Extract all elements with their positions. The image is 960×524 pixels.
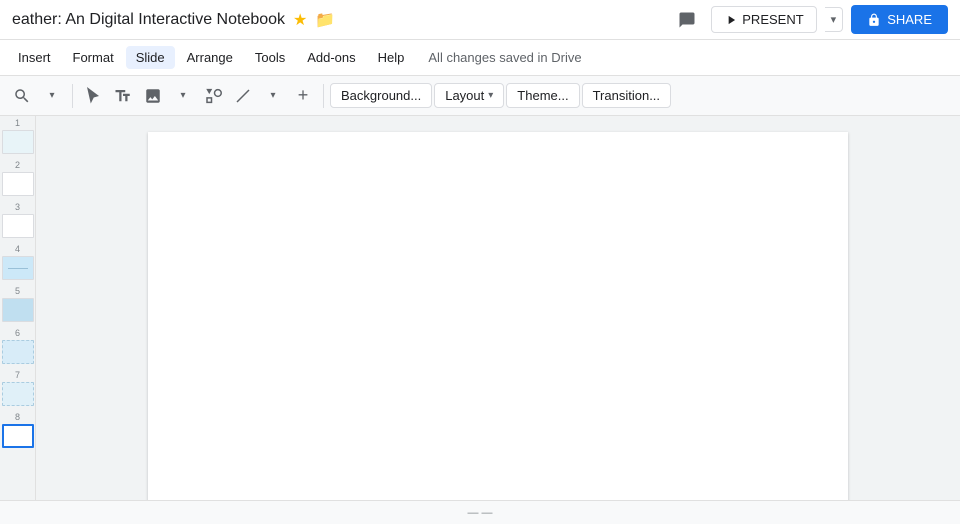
select-tool-button[interactable] (79, 82, 107, 110)
background-button[interactable]: Background... (330, 83, 432, 108)
transition-button[interactable]: Transition... (582, 83, 671, 108)
shapes-icon (204, 87, 222, 105)
zoom-dropdown-button[interactable]: ▾ (38, 82, 66, 110)
present-icon (724, 13, 738, 27)
zoom-icon (13, 87, 31, 105)
menu-slide[interactable]: Slide (126, 46, 175, 69)
toolbar-sep-1 (72, 84, 73, 108)
present-button[interactable]: PRESENT (711, 6, 816, 33)
main-area: 1 2 3 4 5 6 7 (0, 116, 960, 500)
line-icon (234, 87, 252, 105)
textbox-icon (114, 87, 132, 105)
menu-bar: Insert Format Slide Arrange Tools Add-on… (0, 40, 960, 76)
title-bar: eather: An Digital Interactive Notebook … (0, 0, 960, 40)
slide-thumbnail-6[interactable]: 6 (0, 326, 35, 368)
slide-thumbnail-3[interactable]: 3 (0, 200, 35, 242)
comment-icon (678, 11, 696, 29)
image-dropdown-button[interactable]: ▾ (169, 82, 197, 110)
shapes-button[interactable] (199, 82, 227, 110)
line-button[interactable] (229, 82, 257, 110)
slide-canvas[interactable] (148, 132, 848, 500)
comment-button[interactable] (671, 4, 703, 36)
slide-panel: 1 2 3 4 5 6 7 (0, 116, 36, 500)
menu-help[interactable]: Help (368, 46, 415, 69)
toolbar: ▾ ▾ ▾ + Background... (0, 76, 960, 116)
canvas-area[interactable] (36, 116, 960, 500)
slide-thumbnail-4[interactable]: 4 (0, 242, 35, 284)
image-icon (144, 87, 162, 105)
share-button[interactable]: SHARE (851, 5, 948, 34)
slide-thumbnail-7[interactable]: 7 (0, 368, 35, 410)
bottom-bar-info: — — (467, 507, 492, 519)
slide-thumbnail-8[interactable]: 8 (0, 410, 35, 452)
slide-thumbnail-2[interactable]: 2 (0, 158, 35, 200)
image-button[interactable] (139, 82, 167, 110)
add-button[interactable]: + (289, 82, 317, 110)
layout-chevron-icon: ▾ (488, 90, 493, 101)
text-box-button[interactable] (109, 82, 137, 110)
cursor-icon (84, 87, 102, 105)
menu-arrange[interactable]: Arrange (177, 46, 243, 69)
menu-tools[interactable]: Tools (245, 46, 295, 69)
share-icon (867, 13, 881, 27)
toolbar-sep-2 (323, 84, 324, 108)
zoom-button[interactable] (8, 82, 36, 110)
star-icon[interactable]: ★ (293, 10, 307, 30)
layout-button[interactable]: Layout ▾ (434, 83, 504, 108)
line-dropdown-button[interactable]: ▾ (259, 82, 287, 110)
bottom-bar: — — (0, 500, 960, 524)
save-status: All changes saved in Drive (428, 50, 581, 65)
slide-thumbnail-1[interactable]: 1 (0, 116, 35, 158)
menu-addons[interactable]: Add-ons (297, 46, 365, 69)
folder-icon[interactable]: 📁 (315, 10, 335, 30)
menu-format[interactable]: Format (63, 46, 124, 69)
header-actions: PRESENT ▾ SHARE (671, 4, 948, 36)
present-dropdown-button[interactable]: ▾ (825, 7, 844, 32)
slide-thumbnail-5[interactable]: 5 (0, 284, 35, 326)
menu-insert[interactable]: Insert (8, 46, 61, 69)
document-title[interactable]: eather: An Digital Interactive Notebook (12, 11, 285, 29)
theme-button[interactable]: Theme... (506, 83, 579, 108)
